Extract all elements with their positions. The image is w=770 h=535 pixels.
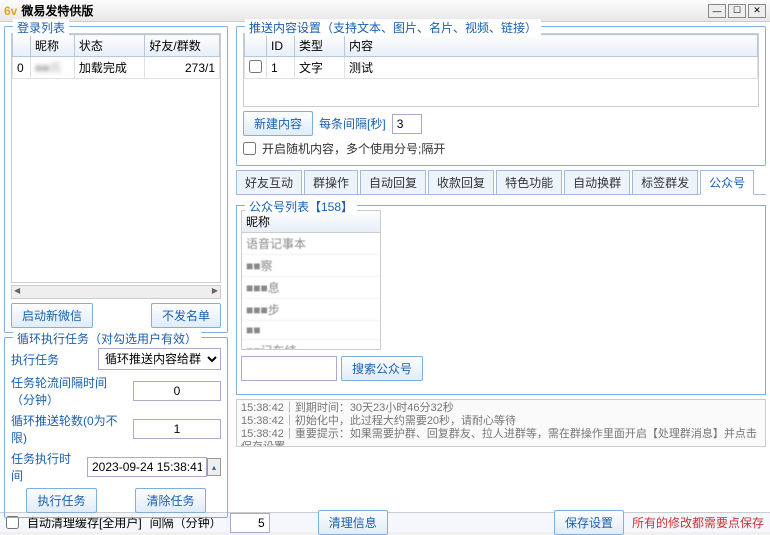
clear-task-button[interactable]: 清除任务 bbox=[135, 488, 205, 513]
random-label: 开启随机内容，多个使用分号;隔开 bbox=[262, 140, 445, 157]
gonghao-group: 公众号列表【158】 昵称 语音记事本■■察■■■息■■■步■■■■记车结■■■… bbox=[236, 205, 766, 395]
content-table[interactable]: ID 类型 内容 1 文字 测试 bbox=[243, 33, 759, 107]
push-content-group: 推送内容设置（支持文本、图片、名片、视频、链接） ID 类型 内容 1 文字 测… bbox=[236, 26, 766, 166]
table-row[interactable]: 1 文字 测试 bbox=[245, 57, 758, 79]
loop-title: 循环执行任务（对勾选用户有效） bbox=[13, 330, 201, 347]
interval-input[interactable] bbox=[133, 381, 221, 401]
gonghao-search-button[interactable]: 搜索公众号 bbox=[341, 356, 423, 381]
list-item[interactable]: 语音记事本 bbox=[242, 233, 380, 255]
col-type[interactable]: 类型 bbox=[295, 35, 345, 57]
save-warning: 所有的修改都需要点保存 bbox=[632, 514, 764, 531]
log-panel: 15:38:42｜到期时间：30天23小时46分32秒15:38:42｜初始化中… bbox=[236, 399, 766, 447]
clear-info-button[interactable]: 清理信息 bbox=[318, 510, 388, 535]
gonghao-list[interactable]: 昵称 语音记事本■■察■■■息■■■步■■■■记车结■■■■■虹 bbox=[241, 210, 381, 350]
tab-3[interactable]: 收款回复 bbox=[428, 170, 494, 194]
col-id[interactable]: ID bbox=[267, 35, 295, 57]
gonghao-search-input[interactable] bbox=[241, 356, 337, 381]
app-title: 微易发特供版 bbox=[21, 2, 93, 19]
h-scrollbar[interactable] bbox=[11, 285, 221, 299]
tab-1[interactable]: 群操作 bbox=[304, 170, 358, 194]
no-send-list-button[interactable]: 不发名单 bbox=[151, 303, 221, 328]
gonghao-title: 公众号列表【158】 bbox=[245, 198, 357, 215]
list-item[interactable]: ■■ bbox=[242, 321, 380, 340]
maximize-button[interactable]: ☐ bbox=[728, 4, 746, 18]
rounds-input[interactable] bbox=[133, 419, 221, 439]
tab-bar: 好友互动群操作自动回复收款回复特色功能自动换群标签群发公众号 bbox=[236, 170, 766, 195]
task-label: 执行任务 bbox=[11, 351, 92, 368]
col-nick[interactable]: 昵称 bbox=[31, 35, 75, 57]
row-checkbox[interactable] bbox=[249, 60, 262, 73]
col-status[interactable]: 状态 bbox=[74, 35, 144, 57]
table-row[interactable]: 0 ■■氏 加载完成 273/1 bbox=[13, 57, 220, 79]
col-content[interactable]: 内容 bbox=[345, 35, 758, 57]
list-item[interactable]: ■■记车结 bbox=[242, 340, 380, 350]
minimize-button[interactable]: — bbox=[708, 4, 726, 18]
time-label: 任务执行时间 bbox=[11, 450, 81, 484]
time-input[interactable] bbox=[87, 457, 207, 477]
tab-2[interactable]: 自动回复 bbox=[360, 170, 426, 194]
tab-7[interactable]: 公众号 bbox=[700, 170, 754, 195]
push-interval-input[interactable] bbox=[392, 114, 422, 134]
list-item[interactable]: ■■■息 bbox=[242, 277, 380, 299]
close-button[interactable]: ✕ bbox=[748, 4, 766, 18]
footer-interval-input[interactable] bbox=[230, 513, 270, 533]
login-list-title: 登录列表 bbox=[13, 19, 69, 36]
new-content-button[interactable]: 新建内容 bbox=[243, 111, 313, 136]
tab-5[interactable]: 自动换群 bbox=[564, 170, 630, 194]
task-select[interactable]: 循环推送内容给群 bbox=[98, 348, 221, 370]
push-interval-label: 每条间隔[秒] bbox=[319, 115, 386, 132]
rounds-label: 循环推送轮数(0为不限) bbox=[11, 412, 127, 446]
list-item[interactable]: ■■察 bbox=[242, 255, 380, 277]
save-settings-button[interactable]: 保存设置 bbox=[554, 510, 624, 535]
login-list-group: 登录列表 昵称 状态 好友/群数 0 ■■氏 加载完成 273/1 bbox=[4, 26, 228, 333]
time-up-icon[interactable]: ▴ bbox=[207, 458, 221, 476]
interval-label: 任务轮流间隔时间（分钟） bbox=[11, 374, 127, 408]
loop-task-group: 循环执行任务（对勾选用户有效） 执行任务 循环推送内容给群 任务轮流间隔时间（分… bbox=[4, 337, 228, 518]
random-content-checkbox[interactable] bbox=[243, 142, 256, 155]
tab-0[interactable]: 好友互动 bbox=[236, 170, 302, 194]
tab-6[interactable]: 标签群发 bbox=[632, 170, 698, 194]
list-item[interactable]: ■■■步 bbox=[242, 299, 380, 321]
start-wechat-button[interactable]: 启动新微信 bbox=[11, 303, 93, 328]
col-friends[interactable]: 好友/群数 bbox=[145, 35, 220, 57]
execute-task-button[interactable]: 执行任务 bbox=[26, 488, 96, 513]
login-table[interactable]: 昵称 状态 好友/群数 0 ■■氏 加载完成 273/1 bbox=[11, 33, 221, 283]
tab-4[interactable]: 特色功能 bbox=[496, 170, 562, 194]
app-logo: 6v bbox=[4, 4, 17, 18]
push-title: 推送内容设置（支持文本、图片、名片、视频、链接） bbox=[245, 19, 541, 36]
